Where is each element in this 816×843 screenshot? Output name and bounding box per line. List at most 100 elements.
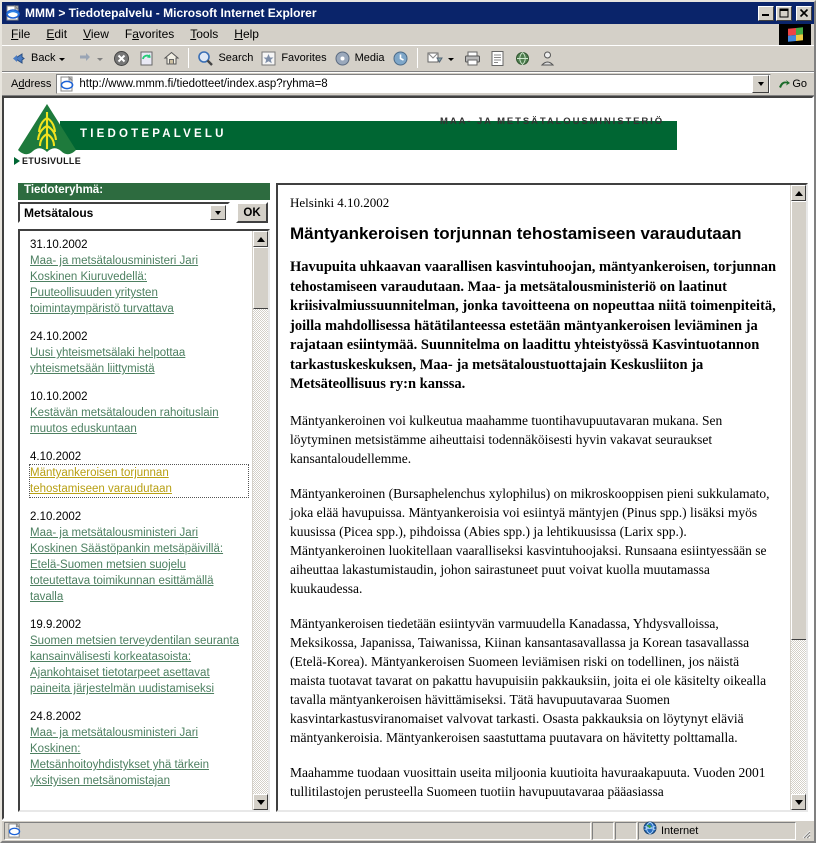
refresh-icon — [137, 49, 156, 68]
forward-dropdown-icon[interactable] — [97, 57, 104, 61]
news-link[interactable]: Uusi yhteismetsälaki helpottaa yhteismets… — [30, 345, 248, 377]
search-button[interactable]: Search — [193, 47, 256, 69]
stop-button[interactable] — [109, 47, 134, 69]
news-link-line: Ajankohtaiset tietotarpeet asettavat — [30, 667, 210, 679]
maximize-button[interactable] — [776, 5, 792, 21]
news-link[interactable]: Maa- ja metsätalousministeri Jari Koskine… — [30, 253, 248, 317]
list-item: 31.10.2002 Maa- ja metsätalousministeri J… — [30, 237, 248, 317]
news-list-scrollbar[interactable] — [252, 231, 268, 810]
chevron-down-icon[interactable] — [210, 205, 226, 220]
news-link[interactable]: Maa- ja metsätalousministeri Jari Koskine… — [30, 525, 248, 605]
refresh-button[interactable] — [134, 47, 159, 69]
news-link[interactable]: Kestävän metsätalouden rahoituslain muuto… — [30, 405, 248, 437]
minimize-button[interactable] — [758, 5, 774, 21]
windows-flag-icon — [779, 24, 811, 45]
service-title: TIEDOTEPALVELU — [80, 128, 227, 140]
news-link[interactable]: Maa- ja metsätalousministeri Jari Koskine… — [30, 725, 248, 789]
menu-bar: File Edit View Favorites Tools Help — [2, 24, 814, 45]
menu-file[interactable]: File — [4, 25, 37, 44]
list-item: 19.9.2002 Suomen metsien terveydentilan s… — [30, 617, 248, 697]
menu-favorites[interactable]: Favorites — [118, 25, 181, 44]
address-bar: Address Go — [2, 72, 814, 96]
news-date: 31.10.2002 — [30, 239, 88, 251]
ok-button[interactable]: OK — [236, 202, 268, 223]
address-label: Address — [11, 77, 52, 90]
scroll-up-button[interactable] — [253, 231, 268, 247]
mail-button[interactable] — [422, 47, 460, 69]
forward-button[interactable] — [71, 47, 109, 69]
status-bar: Internet — [2, 820, 814, 841]
article-paragraph: Mäntyankeroisen tiedetään esiintyvän var… — [290, 615, 767, 745]
article-scrollbar[interactable] — [790, 185, 806, 810]
list-item: 24.8.2002 Maa- ja metsätalousministeri Ja… — [30, 709, 248, 789]
page-columns: Tiedoteryhmä: Metsätalous OK 31.10.2002 M… — [4, 183, 812, 818]
back-dropdown-icon[interactable] — [59, 57, 66, 61]
url-input[interactable] — [79, 75, 753, 92]
article-lead: Havupuita uhkaavan vaarallisen kasvintuh… — [290, 259, 777, 392]
news-link-line: Maa- ja metsätalousministeri Jari — [30, 527, 199, 539]
news-date: 19.9.2002 — [30, 619, 82, 631]
media-button[interactable]: Media — [330, 47, 388, 69]
status-cell-1 — [592, 821, 614, 840]
web-page: TIEDOTEPALVELU MAA- JA METSÄTALOUSMINIST… — [4, 98, 812, 818]
resize-grip[interactable] — [798, 826, 812, 840]
home-button[interactable] — [159, 47, 184, 69]
article-scroll-thumb[interactable] — [791, 201, 806, 640]
home-link[interactable]: ETUSIVULLE — [14, 156, 81, 166]
discuss-button[interactable] — [510, 47, 535, 69]
news-link-line: toimintaympäristö turvattava — [30, 303, 174, 315]
news-date: 10.10.2002 — [30, 391, 88, 403]
news-date: 2.10.2002 — [30, 511, 82, 523]
menu-tools[interactable]: Tools — [183, 25, 225, 44]
mail-icon — [425, 49, 444, 68]
news-link-line: Metsänhoitoyhdistykset yhä tärkein — [30, 759, 209, 771]
list-item: 4.10.2002 Mäntyankeroisen torjunnan tehost… — [29, 449, 249, 498]
search-icon — [196, 49, 215, 68]
toolbar-separator-2 — [416, 48, 418, 68]
menu-edit[interactable]: Edit — [39, 25, 74, 44]
close-button[interactable] — [796, 5, 812, 21]
menu-view[interactable]: View — [76, 25, 116, 44]
article-scroll-up-button[interactable] — [791, 185, 806, 201]
scroll-thumb[interactable] — [253, 247, 268, 309]
news-link-line: Koskinen Kiuruvedellä: — [30, 271, 147, 283]
scroll-down-button[interactable] — [253, 794, 268, 810]
back-arrow-icon — [9, 49, 28, 68]
address-field[interactable] — [56, 73, 772, 94]
messenger-icon — [538, 49, 557, 68]
history-icon — [391, 49, 410, 68]
window-controls — [758, 5, 812, 21]
security-zone-label: Internet — [661, 824, 699, 837]
ministry-name: MAA- JA METSÄTALOUSMINISTERIÖ — [440, 116, 664, 127]
article-city-date: Helsinki 4.10.2002 — [290, 195, 390, 210]
menu-help[interactable]: Help — [227, 25, 266, 44]
mail-dropdown-icon[interactable] — [447, 57, 454, 61]
article-body: Helsinki 4.10.2002 Mäntyankeroisen torju… — [278, 185, 790, 810]
group-selector-row: Metsätalous OK — [18, 202, 270, 223]
print-button[interactable] — [460, 47, 485, 69]
favorites-button[interactable]: Favorites — [256, 47, 329, 69]
edit-button[interactable] — [485, 47, 510, 69]
status-cell-2 — [615, 821, 637, 840]
news-date: 4.10.2002 — [30, 451, 82, 463]
site-banner: TIEDOTEPALVELU MAA- JA METSÄTALOUSMINIST… — [4, 98, 812, 176]
messenger-button[interactable] — [535, 47, 560, 69]
address-dropdown-button[interactable] — [752, 74, 770, 93]
history-button[interactable] — [388, 47, 413, 69]
news-list: 31.10.2002 Maa- ja metsätalousministeri J… — [20, 231, 252, 810]
news-link[interactable]: Suomen metsien terveydentilan seuranta ka… — [30, 633, 248, 697]
article-scroll-track[interactable] — [791, 201, 806, 794]
triangle-right-icon — [14, 157, 20, 165]
news-link-line: toteutettava toimikunnan esittämällä — [30, 575, 214, 587]
article-paragraph: Maahamme tuodaan vuosittain useita miljo… — [290, 764, 766, 799]
home-link-label: ETUSIVULLE — [22, 156, 82, 166]
article-scroll-down-button[interactable] — [791, 794, 806, 810]
scroll-track[interactable] — [253, 247, 268, 794]
article-paragraph: Mäntyankeroinen (Bursaphelenchus xylophi… — [290, 485, 770, 596]
news-link-active[interactable]: Mäntyankeroisen torjunnan tehostamiseen v… — [29, 464, 249, 498]
go-button[interactable]: Go — [771, 78, 811, 90]
back-button[interactable]: Back — [6, 47, 71, 69]
group-select[interactable]: Metsätalous — [18, 202, 230, 223]
status-message-cell — [4, 821, 591, 840]
globe-icon — [643, 821, 657, 840]
